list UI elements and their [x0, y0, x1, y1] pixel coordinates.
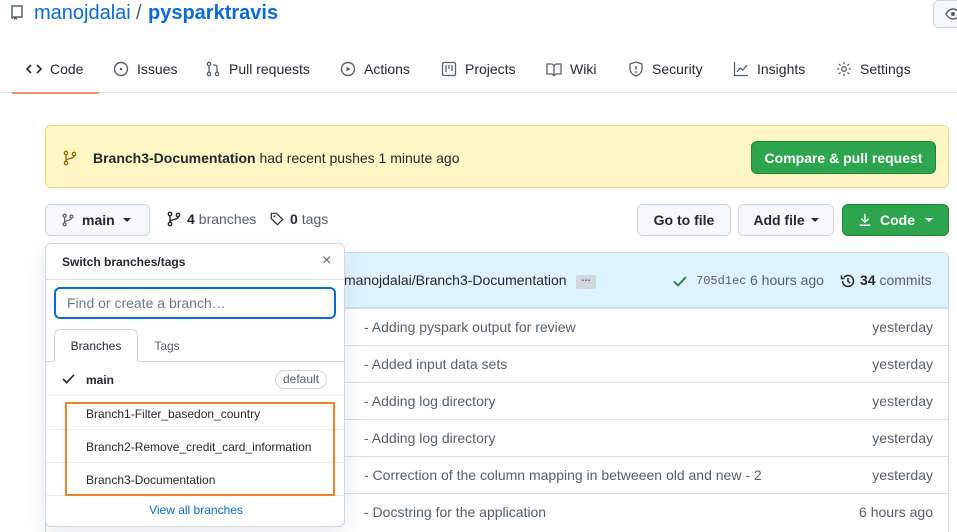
tab-label: Security: [652, 60, 703, 77]
tab-label: Actions: [364, 60, 410, 77]
file-age: 6 hours ago: [859, 504, 933, 520]
tab-actions[interactable]: Actions: [340, 44, 410, 93]
tab-projects[interactable]: Projects: [441, 44, 516, 93]
tab-branches[interactable]: Branches: [54, 329, 138, 362]
file-age: yesterday: [872, 356, 933, 372]
commit-time: 6 hours ago: [750, 272, 824, 288]
tab-pull-requests[interactable]: Pull requests: [205, 44, 310, 93]
tab-label: Wiki: [570, 60, 597, 77]
file-age: yesterday: [872, 430, 933, 446]
pull-request-icon: [206, 61, 220, 76]
repo-separator: /: [136, 2, 142, 24]
file-commit-message[interactable]: - Adding log directory: [364, 393, 496, 409]
chevron-down-icon: [925, 218, 933, 222]
download-icon: [859, 213, 871, 226]
tab-label: Issues: [137, 60, 178, 77]
tab-insights[interactable]: Insights: [733, 44, 805, 93]
watch-button[interactable]: [933, 0, 957, 28]
banner-message: had recent pushes 1 minute ago: [259, 150, 460, 166]
add-file-label: Add file: [753, 212, 805, 228]
graph-icon: [733, 61, 748, 76]
code-button[interactable]: Code: [842, 204, 949, 236]
repo-tabs: Code Issues Pull requests Actions Projec…: [0, 44, 957, 94]
file-commit-message[interactable]: - Adding log directory: [364, 430, 496, 446]
commit-expand-button[interactable]: …: [576, 274, 596, 289]
branches-count: 4: [187, 211, 195, 227]
play-icon: [340, 61, 356, 76]
tab-wiki[interactable]: Wiki: [546, 44, 596, 93]
tags-link[interactable]: 0 tags: [270, 211, 328, 227]
repo-name-link[interactable]: pysparktravis: [148, 2, 278, 25]
commit-sha[interactable]: 705d1ec: [696, 274, 746, 288]
eye-icon: [945, 8, 957, 20]
default-badge: default: [275, 370, 328, 389]
file-age: yesterday: [872, 319, 933, 335]
tab-issues[interactable]: Issues: [113, 44, 177, 93]
view-all-branches-link[interactable]: View all branches: [46, 503, 344, 517]
dropdown-tabs: Branches Tags: [46, 329, 344, 362]
tab-label: Settings: [860, 60, 911, 77]
history-icon: [840, 274, 855, 288]
repo-owner-link[interactable]: manojdalai: [34, 2, 131, 25]
tab-settings[interactable]: Settings: [836, 44, 911, 93]
commits-count: 34: [860, 272, 876, 288]
tab-label: Pull requests: [229, 60, 310, 77]
chevron-down-icon: [810, 218, 819, 222]
branches-link[interactable]: 4 branches: [167, 211, 256, 227]
gear-icon: [837, 61, 851, 76]
add-file-button[interactable]: Add file: [738, 204, 834, 236]
branch-icon: [63, 150, 77, 166]
recent-pushes-banner: Branch3-Documentation had recent pushes …: [45, 125, 949, 188]
branch-item-main[interactable]: main default: [46, 363, 344, 396]
branch-icon: [62, 213, 74, 227]
file-commit-message[interactable]: - Adding pyspark output for review: [364, 319, 576, 335]
file-commit-message[interactable]: - Added input data sets: [364, 356, 507, 372]
tab-code[interactable]: Code: [11, 44, 101, 94]
project-icon: [441, 61, 457, 76]
repo-icon: [11, 5, 23, 20]
tab-label: Code: [50, 60, 84, 77]
file-commit-message[interactable]: - Docstring for the application: [364, 504, 546, 520]
book-icon: [546, 62, 562, 76]
chevron-down-icon: [122, 218, 131, 222]
branch-select-label: main: [82, 212, 115, 228]
branches-label: branches: [198, 211, 257, 227]
tab-label: Projects: [465, 60, 516, 77]
branch-filter-input[interactable]: [54, 287, 336, 319]
code-icon: [26, 63, 42, 74]
branch-icon: [167, 211, 181, 227]
tab-security[interactable]: Security: [628, 44, 703, 93]
tab-tags[interactable]: Tags: [138, 329, 196, 362]
file-age: yesterday: [872, 467, 933, 483]
annotation-highlight-box: [65, 402, 335, 496]
issue-icon: [113, 61, 129, 76]
compare-pull-request-button[interactable]: Compare & pull request: [751, 141, 936, 174]
tags-count: 0: [290, 211, 298, 227]
commits-label: commits: [879, 272, 932, 288]
check-icon: [673, 276, 687, 287]
tag-icon: [270, 212, 284, 226]
dropdown-title: Switch branches/tags: [62, 255, 186, 269]
code-button-label: Code: [880, 212, 915, 228]
go-to-file-button[interactable]: Go to file: [637, 204, 731, 236]
branch-select-button[interactable]: main: [45, 204, 150, 236]
close-icon[interactable]: ×: [322, 253, 331, 269]
branch-item-label: main: [86, 373, 115, 387]
commits-link[interactable]: 34 commits: [860, 272, 932, 288]
tags-label: tags: [301, 211, 329, 227]
divider: [46, 279, 344, 280]
repo-header: manojdalai / pysparktravis: [0, 0, 957, 28]
file-age: yesterday: [872, 393, 933, 409]
file-commit-message[interactable]: - Correction of the column mapping in be…: [364, 467, 762, 483]
banner-text: Branch3-Documentation had recent pushes …: [93, 150, 460, 166]
banner-branch-name[interactable]: Branch3-Documentation: [93, 150, 256, 166]
shield-icon: [629, 60, 643, 77]
check-icon: [62, 374, 75, 384]
latest-commit-message[interactable]: manojdalai/Branch3-Documentation: [344, 272, 567, 288]
tab-label: Insights: [757, 60, 806, 77]
